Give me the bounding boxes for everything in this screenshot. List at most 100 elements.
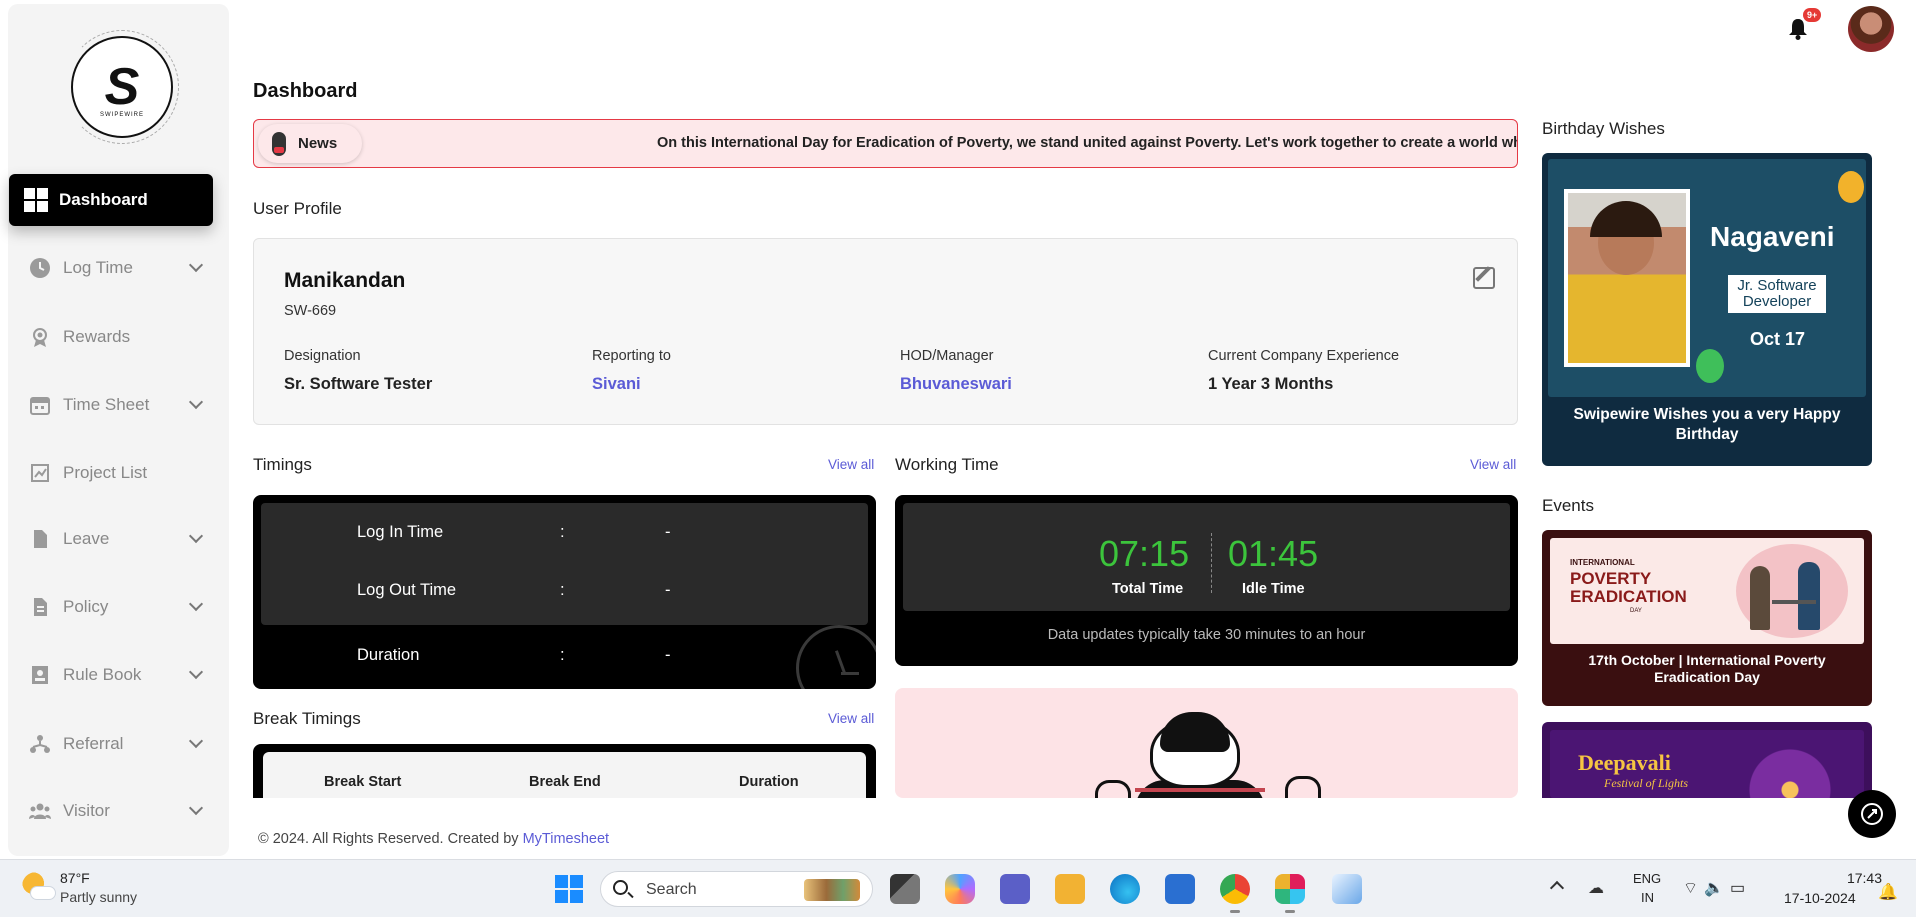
sidebar-item-rule-book[interactable]: Rule Book (9, 649, 213, 701)
birthday-photo (1564, 189, 1690, 367)
timings-card: Log In Time : - Log Out Time : - Duratio… (253, 495, 876, 689)
clock-date[interactable]: 17-10-2024 (1784, 890, 1856, 906)
policy-icon (29, 596, 51, 618)
illustration-hand-right (1285, 776, 1321, 798)
sidebar-item-label: Rewards (63, 327, 131, 346)
chevron-down-icon[interactable] (188, 733, 204, 749)
region-indicator[interactable]: IN (1641, 890, 1654, 905)
calendar-icon (29, 394, 51, 416)
volume-icon[interactable]: 🔈 (1704, 880, 1730, 897)
event-art-small: INTERNATIONAL (1570, 558, 1635, 567)
login-time-sep: : (560, 523, 565, 541)
total-time-label: Total Time (1112, 581, 1184, 597)
event-card[interactable]: INTERNATIONAL POVERTY ERADICATION DAY 17… (1542, 530, 1872, 706)
sidebar-item-policy[interactable]: Policy (9, 581, 213, 633)
birthday-card[interactable]: Nagaveni Jr. Software Developer Oct 17 S… (1542, 153, 1872, 466)
designation-value: Sr. Software Tester (284, 375, 433, 393)
break-table-header: Break Start Break End Duration (263, 752, 866, 798)
event-art-title: Deepavali (1578, 750, 1671, 775)
edit-icon[interactable] (1473, 267, 1495, 289)
timings-inner-panel (261, 503, 868, 625)
break-timings-view-all-link[interactable]: View all (828, 711, 874, 726)
battery-icon[interactable]: ▭ (1730, 880, 1751, 897)
event-art: INTERNATIONAL POVERTY ERADICATION DAY (1550, 538, 1864, 644)
file-explorer-icon[interactable] (890, 874, 920, 904)
illustration-card (895, 688, 1518, 798)
sidebar-item-rewards[interactable]: Rewards (9, 311, 213, 363)
language-indicator[interactable]: ENG (1633, 871, 1661, 886)
experience-value: 1 Year 3 Months (1208, 375, 1334, 393)
birthday-date: Oct 17 (1750, 329, 1806, 349)
folder-icon[interactable] (1055, 874, 1085, 904)
system-tray-icons[interactable]: ⌔🔈▭ (1683, 878, 1751, 898)
footer: © 2024. All Rights Reserved. Created by … (258, 831, 609, 847)
chevron-down-icon[interactable] (188, 596, 204, 612)
reporting-to-label: Reporting to (592, 348, 671, 364)
designation-label: Designation (284, 348, 361, 364)
rulebook-icon (29, 664, 51, 686)
event-card[interactable]: Deepavali Festival of Lights (1542, 722, 1872, 798)
snipping-tool-icon[interactable] (1332, 874, 1362, 904)
notification-bell-icon[interactable]: 🔔 (1878, 882, 1898, 902)
column-header: Break Start (324, 774, 402, 790)
sidebar-item-label: Log Time (63, 258, 133, 277)
clock-time[interactable]: 17:43 (1842, 870, 1882, 886)
onedrive-icon[interactable]: ☁ (1588, 878, 1604, 898)
sidebar-item-label: Visitor (63, 801, 110, 820)
column-header: Break End (529, 774, 601, 790)
edge-icon[interactable] (1110, 874, 1140, 904)
event-art-title: POVERTY ERADICATION (1570, 569, 1687, 606)
project-icon (29, 462, 51, 484)
footer-link[interactable]: MyTimesheet (523, 831, 609, 847)
store-icon[interactable] (1165, 874, 1195, 904)
timings-view-all-link[interactable]: View all (828, 457, 874, 472)
hod-manager-link[interactable]: Bhuvaneswari (900, 375, 1012, 394)
sidebar-item-referral[interactable]: Referral (9, 718, 213, 770)
chevron-down-icon[interactable] (188, 800, 204, 816)
weather-temp[interactable]: 87°F (60, 870, 90, 886)
sidebar-item-leave[interactable]: Leave (9, 513, 213, 565)
working-time-inner-panel: 07:15 Total Time 01:45 Idle Time (903, 503, 1510, 611)
windows-start-icon[interactable] (555, 875, 583, 903)
chevron-down-icon[interactable] (188, 394, 204, 410)
chrome-icon[interactable] (1220, 874, 1250, 913)
event-art-person (1798, 562, 1820, 630)
timings-title: Timings (253, 455, 312, 474)
chevron-down-icon[interactable] (188, 528, 204, 544)
reporting-to-link[interactable]: Sivani (592, 375, 641, 394)
weather-desc[interactable]: Partly sunny (60, 889, 137, 905)
duration-value: - (665, 646, 671, 664)
chevron-up-icon[interactable] (1549, 880, 1565, 896)
taskbar: 87°F Partly sunny Search ☁ ENG IN ⌔🔈▭ 17… (0, 859, 1916, 917)
chevron-down-icon[interactable] (188, 664, 204, 680)
wifi-icon[interactable]: ⌔ (1683, 880, 1704, 897)
birthday-role: Jr. Software Developer (1728, 275, 1826, 313)
chevron-down-icon[interactable] (188, 257, 204, 273)
copilot-icon[interactable] (945, 874, 975, 904)
sidebar-item-visitor[interactable]: Visitor (9, 785, 213, 837)
birthday-message: Swipewire Wishes you a very Happy Birthd… (1573, 406, 1841, 443)
event-art-day: DAY (1630, 608, 1642, 614)
chat-refresh-icon (1861, 803, 1883, 825)
working-time-view-all-link[interactable]: View all (1470, 457, 1516, 472)
sidebar-item-log-time[interactable]: Log Time (9, 242, 213, 294)
document-icon (29, 528, 51, 550)
working-time-title: Working Time (895, 455, 999, 474)
user-avatar[interactable] (1848, 6, 1894, 52)
logo-ring (65, 30, 179, 144)
teams-icon[interactable] (1000, 874, 1030, 904)
sidebar-item-dashboard[interactable]: Dashboard (9, 174, 213, 226)
sidebar-item-project-list[interactable]: Project List (9, 447, 213, 499)
experience-label: Current Company Experience (1208, 348, 1400, 364)
working-time-card: 07:15 Total Time 01:45 Idle Time Data up… (895, 495, 1518, 666)
taskbar-search[interactable]: Search (600, 871, 873, 907)
sidebar-item-label: Time Sheet (63, 395, 150, 414)
sidebar-item-time-sheet[interactable]: Time Sheet (9, 379, 213, 431)
company-logo[interactable]: S SWIPEWIRE (65, 30, 179, 144)
slack-icon[interactable] (1275, 874, 1305, 913)
dashboard-icon (24, 188, 48, 212)
weather-icon[interactable] (22, 872, 56, 900)
logout-time-value: - (665, 581, 671, 599)
birthday-art: Nagaveni Jr. Software Developer Oct 17 (1548, 159, 1866, 397)
chat-button[interactable] (1848, 790, 1896, 838)
